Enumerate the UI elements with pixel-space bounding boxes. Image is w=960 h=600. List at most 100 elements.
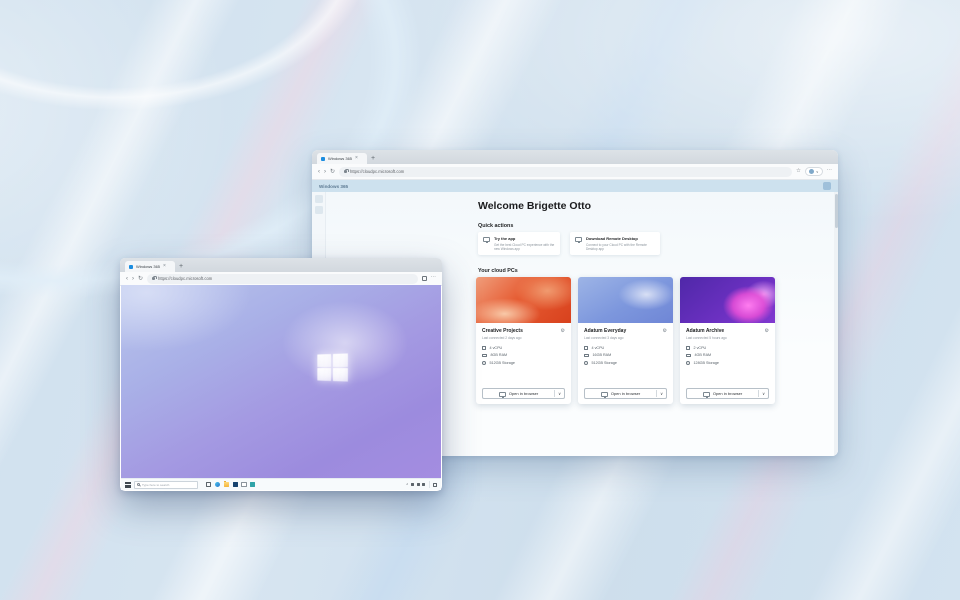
tab-favicon-icon <box>321 157 325 161</box>
back-icon[interactable]: ‹ <box>126 276 128 282</box>
session-browser-tab[interactable]: Windows 365 × <box>125 261 175 272</box>
spec-cpu: 4 vCPU <box>490 346 503 350</box>
monitor-icon <box>575 237 582 242</box>
cloud-pc-card-adatum-archive: Adatum Archive ⚙ Last connected 5 hours … <box>680 277 775 404</box>
forward-icon[interactable]: › <box>324 169 326 175</box>
windows-taskbar: Type here to search ∧ <box>121 478 441 490</box>
fullscreen-icon[interactable] <box>422 276 427 281</box>
address-bar[interactable]: https://cloudpc.microsoft.com <box>147 274 417 284</box>
spec-storage: 512GB Storage <box>592 361 617 365</box>
app-header-title: Windows 365 <box>319 184 348 189</box>
windows-logo <box>318 354 348 382</box>
back-icon[interactable]: ‹ <box>318 169 320 175</box>
monitor-icon <box>483 237 490 242</box>
spec-storage: 128GB Storage <box>694 361 719 365</box>
network-icon[interactable] <box>411 483 414 486</box>
open-options-chevron-icon[interactable]: ∨ <box>555 391 564 396</box>
volume-icon[interactable] <box>417 483 420 486</box>
monitor-icon <box>601 392 608 397</box>
mail-icon[interactable] <box>241 482 247 487</box>
cpu-icon <box>584 346 588 350</box>
quick-action-description: Get the best Cloud PC experience with th… <box>494 243 555 252</box>
quick-action-card-try-app[interactable]: Try the app Get the best Cloud PC experi… <box>478 232 560 255</box>
cloud-pc-thumbnail <box>578 277 673 323</box>
ram-icon <box>686 354 691 357</box>
portal-browser-toolbar: ‹ › ↻ https://cloudpc.microsoft.com ☆ ∨ … <box>312 164 838 180</box>
spec-cpu: 2 vCPU <box>694 346 707 350</box>
nav-devices-icon[interactable] <box>315 206 323 214</box>
cloud-pc-thumbnail <box>680 277 775 323</box>
storage-icon <box>482 361 486 365</box>
cloud-pc-card-creative-projects: Creative Projects ⚙ Last connected 2 day… <box>476 277 571 404</box>
session-tab-strip: Windows 365 × + <box>120 258 442 272</box>
task-view-icon[interactable] <box>206 482 211 487</box>
ram-icon <box>584 354 589 357</box>
open-button-label: Open in browser <box>509 391 538 396</box>
refresh-icon[interactable]: ↻ <box>330 169 335 175</box>
account-avatar[interactable] <box>823 182 831 190</box>
scrollbar-thumb[interactable] <box>835 194 838 228</box>
portal-browser-tab[interactable]: Windows 365 × <box>317 153 367 164</box>
lock-icon <box>152 277 155 280</box>
scrollbar[interactable] <box>834 192 838 456</box>
action-center-icon[interactable] <box>433 483 437 487</box>
windows-desktop-wallpaper <box>121 285 441 478</box>
start-button-icon[interactable] <box>125 482 131 488</box>
open-button-label: Open in browser <box>611 391 640 396</box>
favorites-star-icon[interactable]: ☆ <box>796 169 801 175</box>
edge-browser-icon[interactable] <box>215 482 221 488</box>
battery-icon[interactable] <box>422 483 425 486</box>
open-options-chevron-icon[interactable]: ∨ <box>759 391 768 396</box>
windows365-app-header: Windows 365 <box>312 180 838 192</box>
browser-profile-button[interactable]: ∨ <box>805 167 823 176</box>
address-bar[interactable]: https://cloudpc.microsoft.com <box>339 167 792 177</box>
tab-title: Windows 365 <box>136 264 160 269</box>
profile-avatar <box>809 169 814 174</box>
photos-icon[interactable] <box>250 482 255 487</box>
open-in-browser-button[interactable]: Open in browser <box>687 391 758 397</box>
portal-tab-strip: Windows 365 × + <box>312 150 838 164</box>
tab-favicon-icon <box>129 265 133 269</box>
spec-ram: 4GB RAM <box>695 353 712 357</box>
new-tab-button[interactable]: + <box>179 262 183 272</box>
open-in-browser-button[interactable]: Open in browser <box>585 391 656 397</box>
open-in-browser-button[interactable]: Open in browser <box>483 391 554 397</box>
taskbar-search-input[interactable]: Type here to search <box>134 481 198 489</box>
refresh-icon[interactable]: ↻ <box>138 276 143 282</box>
url-text: https://cloudpc.microsoft.com <box>158 276 212 281</box>
file-explorer-icon[interactable] <box>224 482 230 487</box>
tray-expand-icon[interactable]: ∧ <box>406 483 408 486</box>
storage-icon <box>686 361 690 365</box>
cpu-icon <box>686 346 690 350</box>
monitor-icon <box>703 392 710 397</box>
quick-action-description: Connect to your Cloud PC with the Remote… <box>586 243 655 252</box>
quick-actions-heading: Quick actions <box>478 223 513 229</box>
last-connected-text: Last connected 2 days ago <box>482 336 565 340</box>
gear-icon[interactable]: ⚙ <box>663 329 667 334</box>
gear-icon[interactable]: ⚙ <box>561 329 565 334</box>
cloud-pc-name: Adatum Everyday <box>584 328 626 334</box>
open-options-chevron-icon[interactable]: ∨ <box>657 391 666 396</box>
quick-action-card-remote-desktop[interactable]: Download Remote Desktop Connect to your … <box>570 232 660 255</box>
last-connected-text: Last connected 3 days ago <box>584 336 667 340</box>
spec-storage: 512GB Storage <box>490 361 515 365</box>
spec-cpu: 4 vCPU <box>592 346 605 350</box>
gear-icon[interactable]: ⚙ <box>765 329 769 334</box>
close-tab-icon[interactable]: × <box>163 264 166 269</box>
tray-divider <box>429 481 430 488</box>
cloud-pc-name: Adatum Archive <box>686 328 724 334</box>
close-tab-icon[interactable]: × <box>355 156 358 161</box>
new-tab-button[interactable]: + <box>371 154 375 164</box>
ram-icon <box>482 354 487 357</box>
chevron-down-icon: ∨ <box>816 170 819 174</box>
browser-menu-icon[interactable]: ⋯ <box>827 169 833 175</box>
cloud-pc-name: Creative Projects <box>482 328 523 334</box>
nav-home-icon[interactable] <box>315 195 323 203</box>
browser-menu-icon[interactable]: ⋯ <box>431 276 437 282</box>
last-connected-text: Last connected 5 hours ago <box>686 336 769 340</box>
microsoft-store-icon[interactable] <box>233 482 238 487</box>
quick-action-title: Download Remote Desktop <box>586 236 655 241</box>
search-icon <box>137 483 140 486</box>
open-in-browser-split-button: Open in browser ∨ <box>584 388 667 399</box>
forward-icon[interactable]: › <box>132 276 134 282</box>
